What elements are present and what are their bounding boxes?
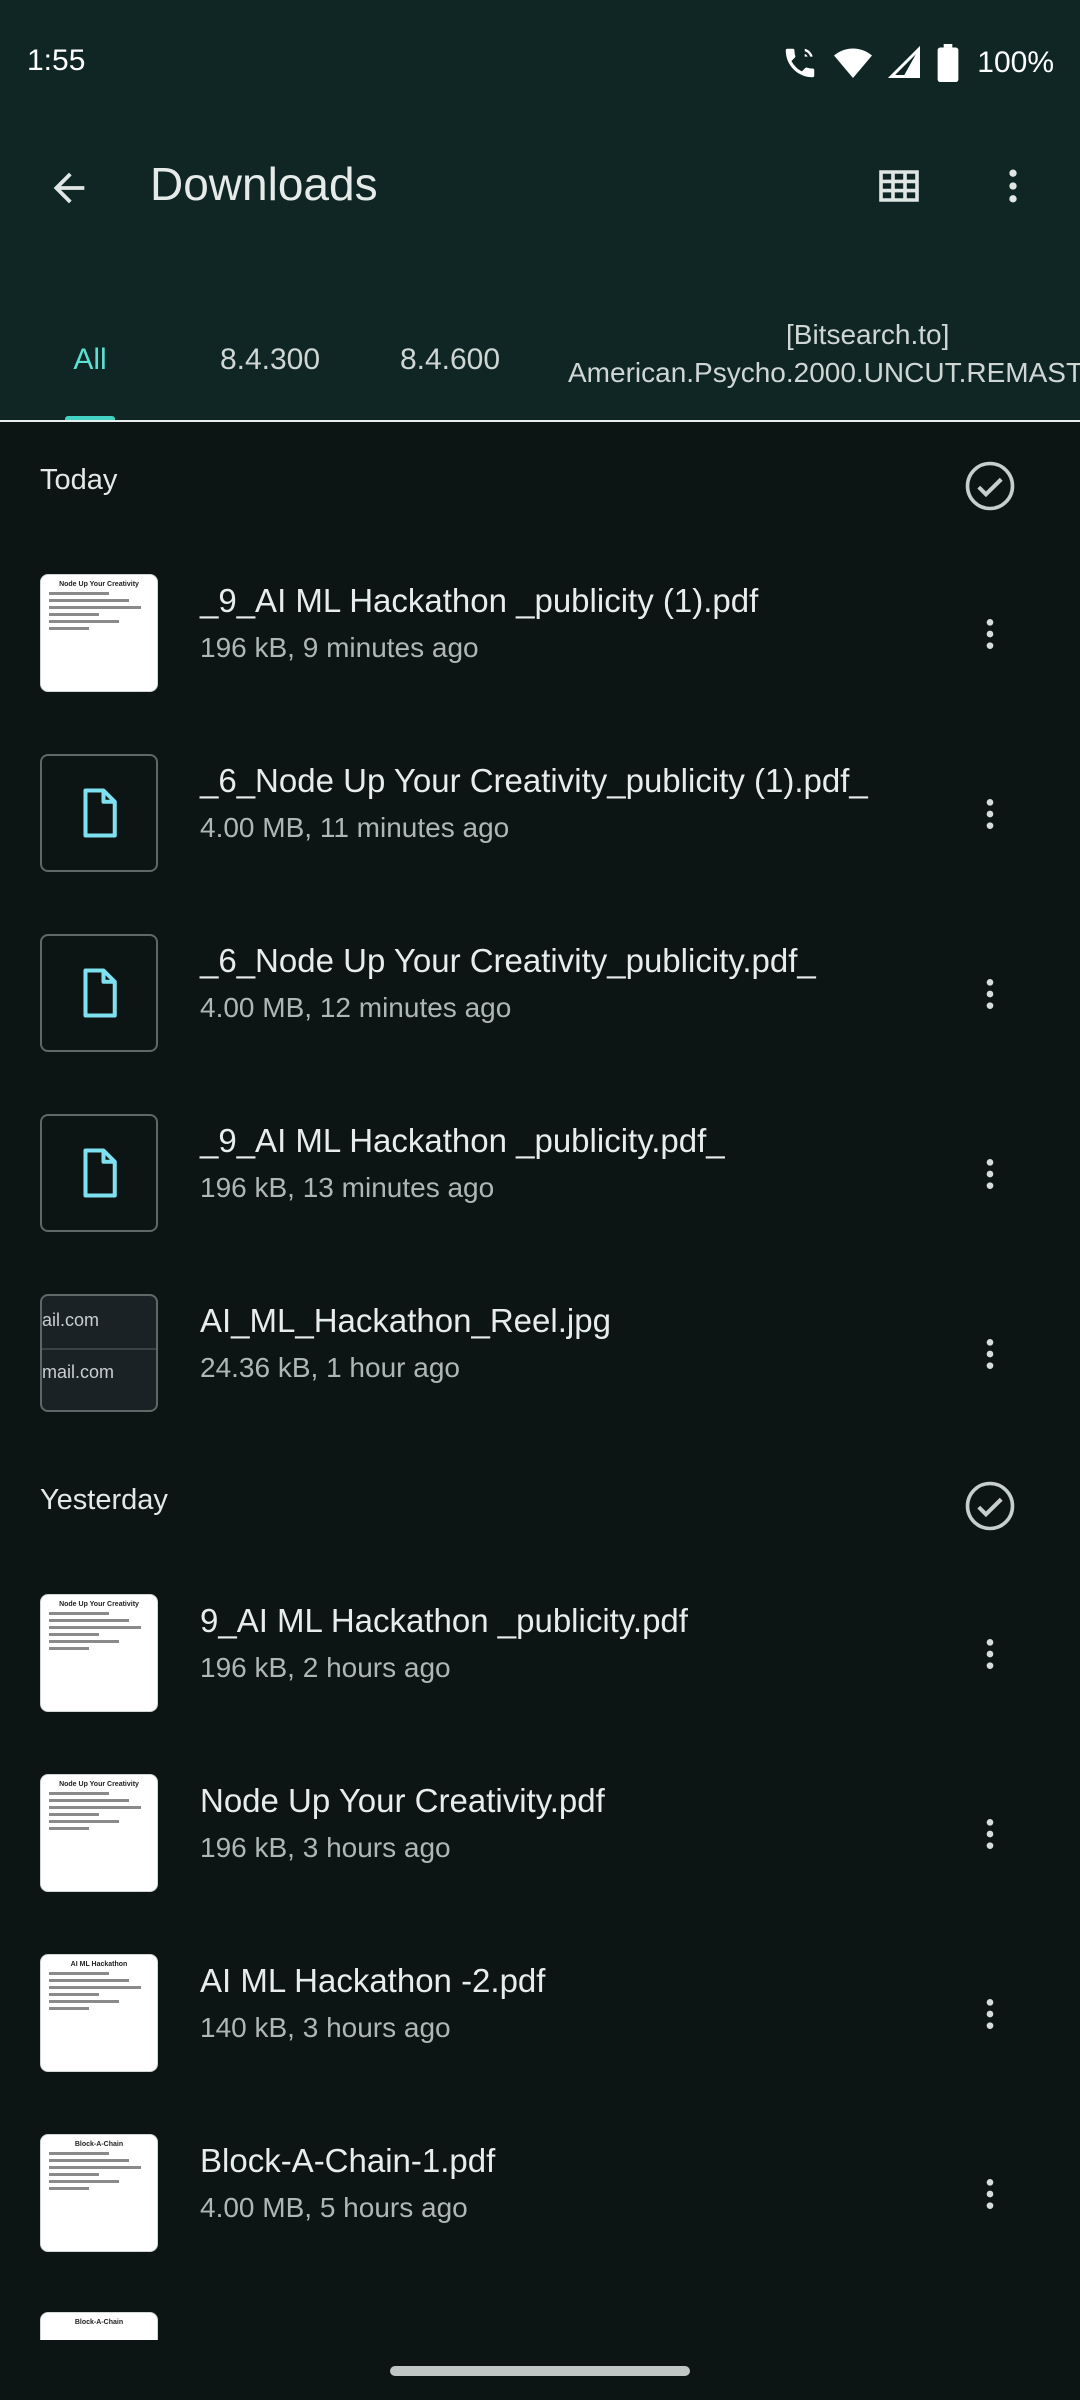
pdf-thumbnail: Node Up Your Creativity xyxy=(40,574,158,692)
file-menu-button[interactable] xyxy=(960,1322,1020,1386)
file-thumbnail xyxy=(40,754,158,872)
more-vert-icon xyxy=(986,1819,994,1849)
file-meta: 4.00 MB, 5 hours ago xyxy=(200,2192,468,2223)
file-name: _6_Node Up Your Creativity_publicity.pdf… xyxy=(200,942,816,979)
thumbnail-title: Node Up Your Creativity xyxy=(59,1601,139,1608)
list-item[interactable]: _6_Node Up Your Creativity_publicity.pdf… xyxy=(0,904,1080,1084)
file-menu-button[interactable] xyxy=(960,1802,1020,1866)
file-meta: 4.00 MB, 11 minutes ago xyxy=(200,812,510,843)
status-bar: 1:55 100% xyxy=(0,0,1080,125)
file-thumbnail xyxy=(40,1114,158,1232)
section-title: Yesterday xyxy=(40,1484,168,1516)
list-item[interactable]: _9_AI ML Hackathon _publicity.pdf_ 196 k… xyxy=(0,1084,1080,1264)
file-name: 9_AI ML Hackathon _publicity.pdf xyxy=(200,1602,688,1639)
file-menu-button[interactable] xyxy=(960,602,1020,666)
thumbnail-text: mail.com xyxy=(42,1362,115,1382)
thumbnail-title: AI ML Hackathon xyxy=(70,1961,128,1968)
file-menu-button[interactable] xyxy=(960,1622,1020,1686)
list-item[interactable]: Node Up Your Creativity _9_AI ML Hackath… xyxy=(0,544,1080,724)
file-meta: 196 kB, 9 minutes ago xyxy=(200,632,479,663)
file-icon xyxy=(83,968,117,1018)
section-header-today: Today xyxy=(0,434,1080,534)
back-button[interactable] xyxy=(36,155,102,221)
file-menu-button[interactable] xyxy=(960,1142,1020,1206)
tab-divider xyxy=(0,420,1080,422)
file-name: _9_AI ML Hackathon _publicity (1).pdf xyxy=(200,582,759,619)
arrow-back-icon xyxy=(53,172,85,204)
check-circle-icon xyxy=(965,1481,1015,1531)
more-vert-icon xyxy=(986,1639,994,1669)
select-all-today-button[interactable] xyxy=(960,456,1020,516)
list-item[interactable]: Block-A-Chain Block-A-Chain-1.pdf 4.00 M… xyxy=(0,2104,1080,2284)
tab-bitsearch-folder[interactable]: [Bitsearch.to] American.Psycho.2000.UNCU… xyxy=(568,316,1080,392)
header: 1:55 100% Downloads All 8.4.300 8.4.600 … xyxy=(0,0,1080,422)
overflow-menu-button[interactable] xyxy=(980,153,1046,219)
file-meta: 196 kB, 3 hours ago xyxy=(200,1832,451,1863)
tab-8-4-300[interactable]: 8.4.300 xyxy=(195,300,345,420)
file-menu-button[interactable] xyxy=(960,2162,1020,2226)
pdf-thumbnail: Block-A-Chain xyxy=(40,2134,158,2252)
file-menu-button[interactable] xyxy=(960,962,1020,1026)
more-vert-icon xyxy=(986,619,994,649)
image-thumbnail: ail.com mail.com xyxy=(40,1294,158,1412)
file-name: AI ML Hackathon -2.pdf xyxy=(200,1962,546,1999)
list-item[interactable]: _6_Node Up Your Creativity_publicity (1)… xyxy=(0,724,1080,904)
tab-8-4-600[interactable]: 8.4.600 xyxy=(375,300,525,420)
battery-percent: 100% xyxy=(977,46,1054,79)
more-vert-icon xyxy=(1009,169,1017,203)
file-name: Block-A-Chain-1.pdf xyxy=(200,2142,496,2179)
select-all-yesterday-button[interactable] xyxy=(960,1476,1020,1536)
file-thumbnail xyxy=(40,934,158,1052)
section-title: Today xyxy=(40,464,118,496)
file-menu-button[interactable] xyxy=(960,782,1020,846)
file-meta: 4.00 MB, 12 minutes ago xyxy=(200,992,512,1023)
section-header-yesterday: Yesterday xyxy=(0,1454,1080,1554)
list-item[interactable]: Node Up Your Creativity Node Up Your Cre… xyxy=(0,1744,1080,1924)
more-vert-icon xyxy=(986,1999,994,2029)
pdf-thumbnail: AI ML Hackathon xyxy=(40,1954,158,2072)
file-menu-button[interactable] xyxy=(960,1982,1020,2046)
file-meta: 196 kB, 13 minutes ago xyxy=(200,1172,495,1203)
status-icons: 100% xyxy=(781,40,1054,86)
tab-label-line2: American.Psycho.2000.UNCUT.REMASTE xyxy=(568,357,1080,388)
more-vert-icon xyxy=(986,1159,994,1189)
grid-view-icon xyxy=(879,170,919,202)
tab-label-line1: [Bitsearch.to] xyxy=(786,319,950,350)
thumbnail-title: Node Up Your Creativity xyxy=(59,1781,139,1788)
pdf-thumbnail: Node Up Your Creativity xyxy=(40,1594,158,1712)
file-name: _9_AI ML Hackathon _publicity.pdf_ xyxy=(200,1122,725,1159)
thumbnail-title: Block-A-Chain xyxy=(74,2141,124,2148)
file-meta: 196 kB, 2 hours ago xyxy=(200,1652,451,1683)
thumbnail-text: ail.com xyxy=(42,1310,100,1330)
more-vert-icon xyxy=(986,1339,994,1369)
file-meta: 24.36 kB, 1 hour ago xyxy=(200,1352,460,1383)
more-vert-icon xyxy=(986,799,994,829)
status-time: 1:55 xyxy=(27,44,86,77)
more-vert-icon xyxy=(986,2179,994,2209)
page-title: Downloads xyxy=(150,158,378,210)
thumbnail-title: Block-A-Chain xyxy=(74,2319,124,2326)
wifi-call-icon xyxy=(786,48,815,78)
file-meta: 140 kB, 3 hours ago xyxy=(200,2012,451,2043)
file-icon xyxy=(83,788,117,838)
list-item[interactable]: AI ML Hackathon AI ML Hackathon -2.pdf 1… xyxy=(0,1924,1080,2104)
wifi-icon xyxy=(834,48,873,78)
tab-all[interactable]: All xyxy=(40,300,140,420)
battery-icon xyxy=(937,44,959,82)
file-name: _6_Node Up Your Creativity_publicity (1)… xyxy=(200,762,868,799)
file-icon xyxy=(83,1148,117,1198)
grid-view-button[interactable] xyxy=(866,153,932,219)
file-name: AI_ML_Hackathon_Reel.jpg xyxy=(200,1302,611,1339)
check-circle-icon xyxy=(965,461,1015,511)
file-name: Node Up Your Creativity.pdf xyxy=(200,1782,605,1819)
gesture-nav-handle[interactable] xyxy=(390,2366,690,2376)
app-bar: Downloads xyxy=(0,125,1080,245)
list-item[interactable]: ail.com mail.com AI_ML_Hackathon_Reel.jp… xyxy=(0,1264,1080,1444)
pdf-thumbnail: Node Up Your Creativity xyxy=(40,1774,158,1892)
signal-icon xyxy=(888,45,921,78)
thumbnail-title: Node Up Your Creativity xyxy=(59,581,139,588)
filter-tabs: All 8.4.300 8.4.600 [Bitsearch.to] Ameri… xyxy=(0,300,1080,422)
list-item[interactable]: Node Up Your Creativity 9_AI ML Hackatho… xyxy=(0,1564,1080,1744)
more-vert-icon xyxy=(986,979,994,1009)
